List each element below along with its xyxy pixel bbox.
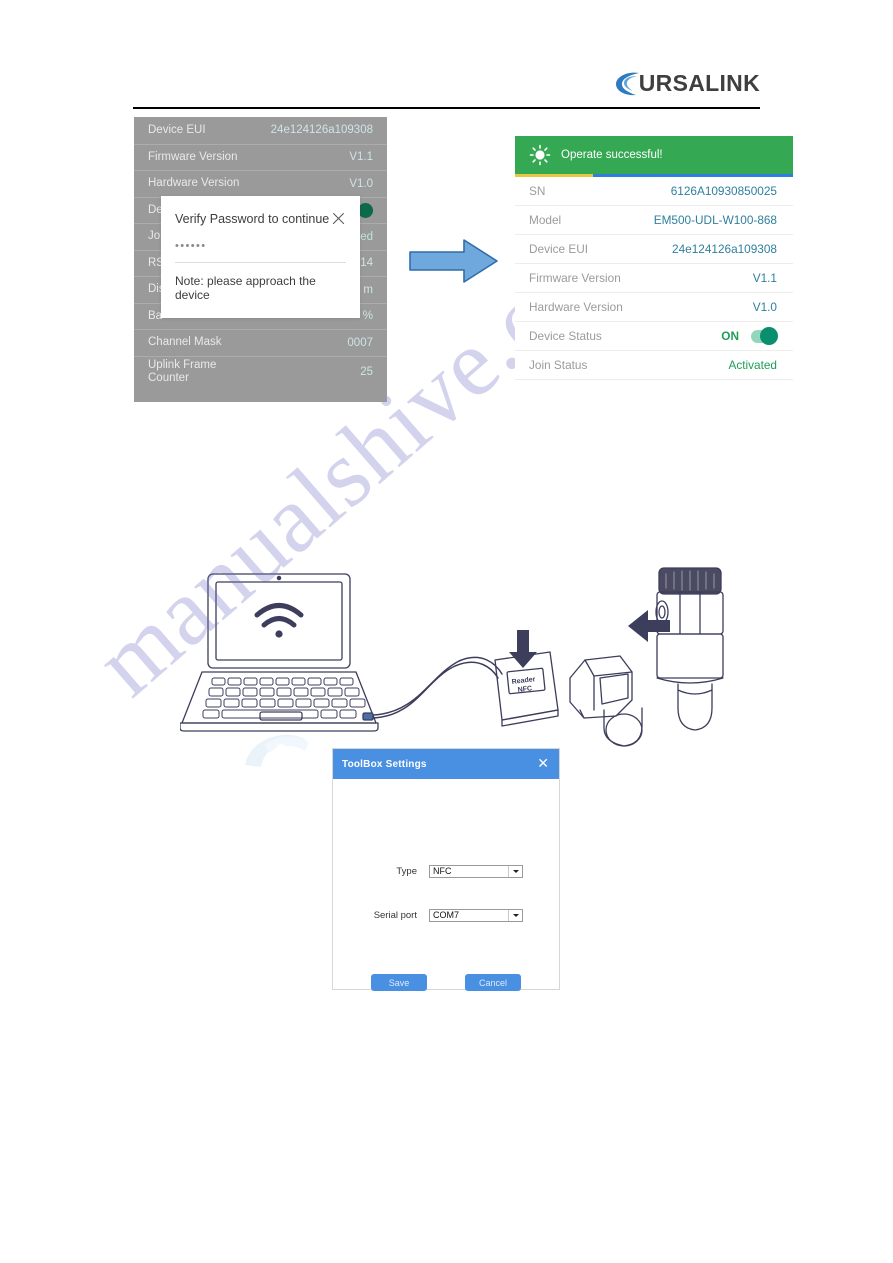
reader-label-line1: Reader: [511, 676, 536, 686]
device-info-panel: Operate successful! SN 6126A10930850025 …: [515, 136, 793, 380]
close-icon[interactable]: ✕: [537, 757, 549, 771]
progress-segment-2: [592, 174, 793, 177]
field-type: Type NFC: [333, 865, 559, 878]
row-key: SN: [529, 184, 546, 198]
password-input[interactable]: ••••••: [175, 240, 346, 263]
toolbox-settings-dialog: ToolBox Settings ✕ Type NFC Serial port …: [332, 748, 560, 991]
table-row: Firmware Version V1.1: [515, 264, 793, 293]
row-value: 6126A10930850025: [670, 184, 777, 198]
status-badge: ON: [721, 329, 739, 343]
serial-port-select[interactable]: COM7: [429, 909, 523, 922]
row-key: Device EUI: [148, 123, 206, 136]
table-row: Hardware Version V1.0: [515, 293, 793, 322]
row-key: Jo: [148, 230, 161, 243]
table-row: Device EUI 24e124126a109308: [134, 117, 387, 144]
field-label: Serial port: [373, 910, 417, 921]
field-label: Type: [396, 866, 417, 877]
device-status-toggle[interactable]: [751, 327, 778, 345]
left-arrow-icon: [628, 610, 670, 642]
row-value: 24e124126a109308: [672, 242, 777, 256]
type-select-value: NFC: [433, 866, 452, 876]
row-value: m: [363, 283, 373, 296]
table-row: Device EUI 24e124126a109308: [515, 235, 793, 264]
field-serial-port: Serial port COM7: [333, 909, 559, 922]
row-value: V1.1: [752, 271, 777, 285]
table-row: Channel Mask 0007: [134, 329, 387, 356]
row-value: V1.0: [752, 300, 777, 314]
ursalink-swoosh-icon: [615, 72, 639, 96]
chevron-down-icon: [508, 910, 522, 921]
join-status-value: Activated: [728, 358, 777, 372]
wifi-icon: [254, 603, 304, 628]
row-key: Device Status: [529, 329, 602, 343]
table-row: Join Status Activated: [515, 351, 793, 380]
row-key: Firmware Version: [148, 150, 238, 163]
reader-label-line2: NFC: [517, 685, 532, 694]
row-value: 0007: [347, 336, 373, 349]
dialog-title: Verify Password to continue: [175, 211, 330, 226]
serial-port-select-value: COM7: [433, 910, 460, 920]
verify-password-dialog: Verify Password to continue •••••• Note:…: [161, 196, 360, 318]
row-key: Join Status: [529, 358, 588, 372]
row-value: %: [362, 310, 373, 323]
row-key: Ba: [148, 309, 163, 322]
table-row: Uplink Frame Counter 25: [134, 355, 387, 388]
row-value: V1.1: [349, 151, 373, 164]
row-value: V1.0: [349, 177, 373, 190]
table-row: SN 6126A10930850025: [515, 177, 793, 206]
down-arrow-icon: [509, 630, 537, 668]
row-value: EM500-UDL-W100-868: [653, 213, 777, 227]
brand-name: URSALINK: [638, 70, 760, 96]
row-key: Hardware Version: [148, 177, 240, 190]
close-icon[interactable]: [331, 211, 346, 226]
chevron-down-icon: [508, 866, 522, 877]
sun-burst-icon: [529, 144, 551, 166]
row-value: 14: [360, 257, 373, 270]
progress-segment-1: [515, 174, 593, 177]
type-select[interactable]: NFC: [429, 865, 523, 878]
row-value: 25: [360, 366, 373, 378]
brand-logo: URSALINK: [615, 70, 760, 97]
valve-device-icon: [655, 567, 724, 731]
cancel-button[interactable]: Cancel: [465, 974, 521, 991]
status-cell: ON: [721, 327, 778, 345]
row-key: Uplink Frame Counter: [148, 358, 217, 384]
sensor-icon: [569, 655, 643, 747]
success-banner: Operate successful!: [515, 136, 793, 174]
row-key: Channel Mask: [148, 336, 222, 349]
dialog-body: Type NFC Serial port COM7 Save Cancel: [333, 779, 559, 991]
row-value: ed: [360, 230, 373, 243]
dialog-note: Note: please approach the device: [175, 274, 316, 302]
document-page: manualshive.com URSALINK Device EUI 24e1…: [0, 0, 893, 1263]
header-divider: [133, 107, 760, 109]
success-message: Operate successful!: [561, 149, 663, 161]
row-key: Device EUI: [529, 242, 589, 256]
table-row: Firmware Version V1.1: [134, 143, 387, 171]
row-key: Model: [529, 213, 562, 227]
row-key: Hardware Version: [529, 300, 623, 314]
row-value: 24e124126a109308: [270, 124, 373, 137]
progress-bar: [515, 174, 793, 177]
row-key: Firmware Version: [529, 271, 621, 285]
dialog-header: Verify Password to continue: [161, 196, 360, 226]
dialog-actions: Save Cancel: [333, 974, 559, 991]
setup-illustration: Reader NFC: [180, 567, 724, 747]
right-arrow-icon: [409, 239, 498, 283]
dialog-title: ToolBox Settings: [342, 758, 427, 770]
table-row: Model EM500-UDL-W100-868: [515, 206, 793, 235]
save-button[interactable]: Save: [371, 974, 427, 991]
table-row-device-status: Device Status ON: [515, 322, 793, 351]
dialog-titlebar: ToolBox Settings ✕: [333, 749, 559, 779]
table-row: Hardware Version V1.0: [134, 170, 387, 197]
